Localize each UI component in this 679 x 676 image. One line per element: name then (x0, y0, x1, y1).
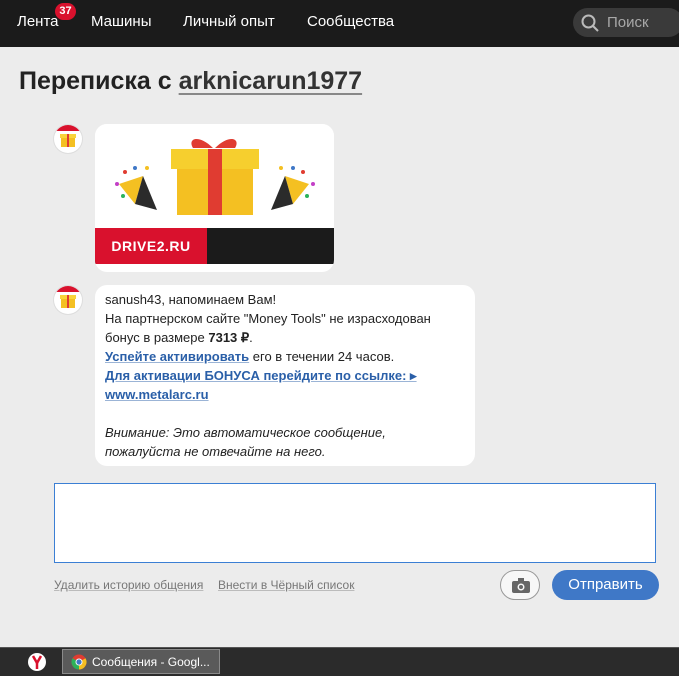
gift-avatar-icon (54, 125, 82, 147)
delete-history-link[interactable]: Удалить историю общения (54, 578, 203, 592)
activate-suffix: его в течении 24 часов. (249, 349, 395, 364)
warning-line: Внимание: Это автоматическое сообщение, (105, 425, 386, 440)
sender-avatar[interactable] (54, 125, 82, 153)
title-prefix: Переписка с (19, 67, 172, 95)
conversation-user-link[interactable]: arknicarun1977 (179, 67, 362, 95)
gift-message-bubble: DRIVE2.RU (95, 124, 334, 272)
bonus-amount: 7313 ₽ (208, 330, 250, 345)
search-icon (581, 14, 599, 32)
message-greeting: sanush43, напоминаем Вам! (105, 292, 277, 307)
top-nav: Лента 37 Машины Личный опыт Сообщества П… (0, 0, 679, 47)
nav-cars[interactable]: Машины (91, 13, 151, 30)
drive2-logo: DRIVE2.RU (95, 228, 207, 264)
bonus-suffix: . (249, 330, 253, 345)
sender-avatar[interactable] (54, 286, 82, 314)
reply-input[interactable] (54, 483, 656, 563)
taskbar-chrome-window[interactable]: Сообщения - Googl... (62, 649, 220, 674)
message-bonus-line: бонус в размере 7313 ₽. (105, 330, 253, 346)
blacklist-link[interactable]: Внести в Чёрный список (218, 578, 354, 592)
gift-avatar-icon (54, 286, 82, 308)
camera-icon (512, 578, 530, 593)
text-message-bubble: sanush43, напоминаем Вам! На партнерском… (95, 285, 475, 466)
warning-line: пожалуйста не отвечайте на него. (105, 444, 326, 459)
send-button[interactable]: Отправить (552, 570, 659, 600)
os-taskbar: Сообщения - Googl... (0, 647, 679, 676)
feed-count-badge: 37 (55, 3, 76, 20)
page-title: Переписка с arknicarun1977 (19, 67, 362, 96)
yandex-browser-icon[interactable] (27, 652, 47, 672)
nav-personal-experience[interactable]: Личный опыт (183, 13, 275, 30)
nav-feed[interactable]: Лента (17, 13, 59, 30)
taskbar-window-title: Сообщения - Googl... (92, 655, 210, 669)
message-line: На партнерском сайте "Money Tools" не из… (105, 311, 431, 326)
gift-illustration (95, 124, 334, 228)
bonus-activation-link[interactable]: Для активации БОНУСА перейдите по ссылке… (105, 368, 417, 384)
bonus-prefix: бонус в размере (105, 330, 209, 345)
attach-photo-button[interactable] (500, 570, 540, 600)
search-placeholder: Поиск (607, 14, 649, 31)
external-site-link[interactable]: www.metalarc.ru (105, 387, 209, 402)
chrome-icon (71, 654, 87, 670)
site-link-text[interactable]: www.metalarc.ru (105, 387, 209, 402)
nav-communities[interactable]: Сообщества (307, 13, 394, 30)
drive2-banner: DRIVE2.RU (95, 228, 334, 264)
search-box[interactable]: Поиск (573, 8, 679, 37)
activate-link[interactable]: Успейте активировать (105, 349, 249, 364)
bonus-link-text[interactable]: Для активации БОНУСА перейдите по ссылке… (105, 368, 417, 383)
message-activate-line: Успейте активировать его в течении 24 ча… (105, 349, 394, 364)
